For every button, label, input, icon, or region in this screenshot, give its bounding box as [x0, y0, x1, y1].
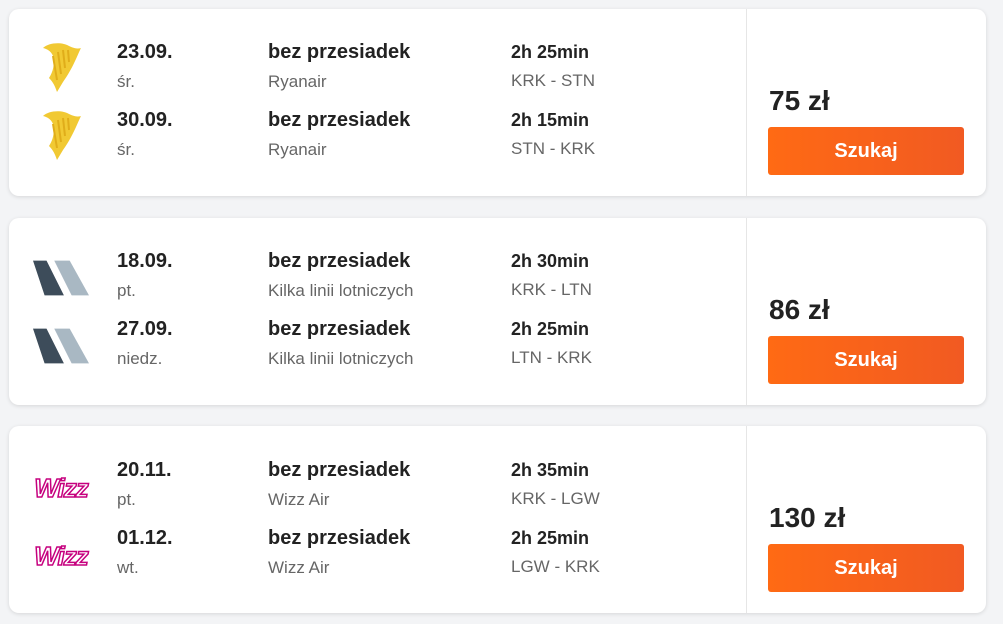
leg-date: 01.12. — [117, 527, 173, 549]
leg-duration: 2h 35min — [511, 460, 590, 480]
leg-duration: 2h 30min — [511, 251, 590, 271]
leg-return: 27.09. niedz. bez przesiadek Kilka linii… — [9, 318, 746, 376]
leg-duration: 2h 15min — [511, 110, 590, 130]
leg-stops: bez przesiadek — [268, 527, 411, 549]
airline-tail-icon — [33, 322, 89, 370]
leg-route: KRK - LTN — [511, 280, 592, 299]
leg-duration: 2h 25min — [511, 319, 590, 339]
offer-price-panel: 130 zł Szukaj — [746, 426, 986, 613]
offer-legs: Wizz 20.11. pt. bez przesiadek Wizz Air … — [9, 426, 746, 613]
airline-tail-icon — [33, 254, 89, 302]
leg-route: LGW - KRK — [511, 557, 600, 576]
search-button[interactable]: Szukaj — [768, 336, 964, 384]
leg-date: 20.11. — [117, 459, 172, 481]
offer-price-panel: 75 zł Szukaj — [746, 9, 986, 196]
wizz-air-logo-icon: Wizz — [33, 532, 89, 580]
offer-card[interactable]: 23.09. śr. bez przesiadek Ryanair 2h 25m… — [9, 9, 986, 196]
leg-airline: Kilka linii lotniczych — [268, 281, 414, 300]
leg-airline: Wizz Air — [268, 490, 330, 509]
offer-price-panel: 86 zł Szukaj — [746, 218, 986, 405]
leg-airline: Ryanair — [268, 140, 327, 159]
leg-route: KRK - LGW — [511, 489, 600, 508]
ryanair-logo-icon — [33, 43, 89, 92]
leg-stops: bez przesiadek — [268, 250, 411, 272]
leg-date: 23.09. — [117, 41, 173, 63]
leg-route: KRK - STN — [511, 71, 596, 90]
offer-price: 130 zł — [769, 502, 846, 533]
leg-stops: bez przesiadek — [268, 318, 411, 340]
leg-airline: Kilka linii lotniczych — [268, 349, 414, 368]
leg-stops: bez przesiadek — [268, 109, 411, 131]
leg-airline: Ryanair — [268, 72, 327, 91]
ryanair-logo-icon — [33, 111, 89, 160]
offer-price: 86 zł — [769, 294, 830, 325]
leg-date: 30.09. — [117, 109, 173, 131]
search-button[interactable]: Szukaj — [768, 127, 964, 175]
leg-return: Wizz 01.12. wt. bez przesiadek Wizz Air … — [9, 527, 746, 585]
leg-weekday: niedz. — [117, 349, 163, 368]
leg-weekday: wt. — [117, 558, 139, 577]
offer-card[interactable]: 18.09. pt. bez przesiadek Kilka linii lo… — [9, 218, 986, 405]
leg-stops: bez przesiadek — [268, 41, 411, 63]
leg-route: LTN - KRK — [511, 348, 592, 367]
leg-weekday: pt. — [117, 490, 136, 509]
wizz-logo-text: Wizz — [33, 472, 89, 504]
leg-weekday: śr. — [117, 72, 135, 91]
search-button[interactable]: Szukaj — [768, 544, 964, 592]
leg-outbound: Wizz 20.11. pt. bez przesiadek Wizz Air … — [9, 459, 746, 517]
leg-outbound: 18.09. pt. bez przesiadek Kilka linii lo… — [9, 250, 746, 308]
leg-stops: bez przesiadek — [268, 459, 411, 481]
offer-legs: 23.09. śr. bez przesiadek Ryanair 2h 25m… — [9, 9, 746, 196]
leg-duration: 2h 25min — [511, 42, 590, 62]
leg-airline: Wizz Air — [268, 558, 330, 577]
wizz-air-logo-icon: Wizz — [33, 464, 89, 512]
leg-date: 27.09. — [117, 318, 173, 340]
wizz-logo-text: Wizz — [33, 540, 89, 572]
leg-duration: 2h 25min — [511, 528, 590, 548]
leg-route: STN - KRK — [511, 139, 596, 158]
offer-card[interactable]: Wizz 20.11. pt. bez przesiadek Wizz Air … — [9, 426, 986, 613]
leg-weekday: śr. — [117, 140, 135, 159]
offer-price: 75 zł — [769, 85, 830, 116]
leg-weekday: pt. — [117, 281, 136, 300]
leg-return: 30.09. śr. bez przesiadek Ryanair 2h 15m… — [9, 109, 746, 167]
leg-outbound: 23.09. śr. bez przesiadek Ryanair 2h 25m… — [9, 41, 746, 99]
leg-date: 18.09. — [117, 250, 173, 272]
offer-legs: 18.09. pt. bez przesiadek Kilka linii lo… — [9, 218, 746, 405]
